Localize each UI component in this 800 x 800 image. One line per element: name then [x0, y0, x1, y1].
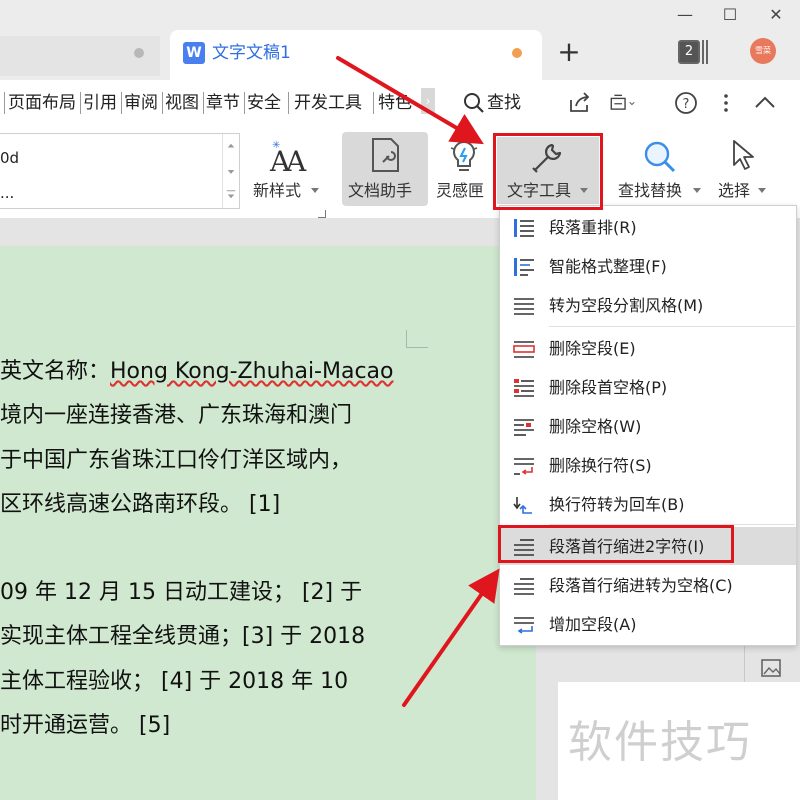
menu-divider [288, 92, 289, 114]
doc-helper-button[interactable]: 文档助手 [348, 180, 412, 202]
empty-paragraph-style-icon [514, 298, 534, 315]
paragraph-rearrange-icon [514, 219, 534, 237]
doc-text-en: Hong Kong-Zhuhai-Macao [110, 359, 394, 384]
menu-references[interactable]: 引用 [83, 90, 117, 116]
menu-developer-tools[interactable]: 开发工具 [294, 90, 362, 116]
new-style-icon[interactable]: ✳ A A [262, 138, 310, 174]
cursor-arrow-icon[interactable] [728, 138, 758, 174]
doc-text-line[interactable]: 区环线高速公路南环段。 [1] [0, 490, 280, 520]
dropdown-item-indent-to-space[interactable]: 段落首行缩进转为空格(C) [549, 575, 733, 597]
search-label[interactable]: 查找 [487, 90, 521, 116]
word-doc-icon: W [183, 42, 205, 64]
doc-helper-icon[interactable] [369, 136, 403, 174]
menu-scroll-right-button[interactable]: › [421, 88, 435, 114]
style-gallery-item[interactable]: 0d [0, 149, 19, 167]
margin-corner-mark [406, 330, 428, 348]
delete-space-icon [514, 419, 534, 436]
doc-text-line[interactable]: 实现主体工程全线贯通；[3] 于 2018 [0, 622, 365, 652]
image-icon[interactable] [760, 658, 784, 680]
delete-empty-paragraph-icon [513, 341, 535, 358]
doc-text-line[interactable]: 主体工程验收； [4] 于 2018 年 10 [0, 667, 348, 697]
minimize-button[interactable]: — [673, 4, 697, 26]
new-style-button[interactable]: 新样式 [253, 180, 301, 202]
help-icon[interactable]: ? [673, 90, 699, 116]
add-empty-paragraph-icon [514, 617, 534, 634]
lightbulb-icon[interactable] [447, 138, 481, 176]
svg-text:A: A [285, 145, 307, 174]
add-tab-button[interactable]: + [556, 38, 582, 66]
menu-divider [244, 92, 245, 114]
export-icon[interactable] [609, 90, 635, 116]
doc-text-line[interactable]: 于中国广东省珠江口伶仃洋区域内， [0, 446, 352, 476]
smart-format-icon [514, 258, 534, 276]
dropdown-item-add-empty-paragraph[interactable]: 增加空段(A) [549, 614, 636, 636]
select-button[interactable]: 选择 [718, 180, 750, 202]
doc-text-line[interactable]: 09 年 12 月 15 日动工建设； [2] 于 [0, 578, 362, 608]
chevron-down-icon[interactable] [693, 188, 701, 194]
unsaved-dot-icon[interactable] [512, 48, 522, 58]
dropdown-item-paragraph-rearrange[interactable]: 段落重排(R) [549, 217, 637, 239]
chevron-down-icon[interactable] [311, 188, 319, 194]
tab-stack-icon [702, 40, 708, 64]
find-replace-button[interactable]: 查找替换 [618, 180, 682, 202]
annotation-box-text-tools [493, 133, 603, 210]
doc-text-cn: 英文名称： [0, 359, 111, 384]
menu-divider [121, 92, 122, 114]
menu-chapter[interactable]: 章节 [206, 90, 240, 116]
doc-text-line[interactable]: 境内一座连接香港、广东珠海和澳门 [0, 401, 352, 431]
menu-divider [162, 92, 163, 114]
dropdown-item-delete-empty-paragraph[interactable]: 删除空段(E) [549, 338, 636, 360]
dropdown-item-smart-format[interactable]: 智能格式整理(F) [549, 256, 667, 278]
watermark-text: 软件技巧 [568, 717, 752, 768]
dropdown-item-line-break-to-enter[interactable]: 换行符转为回车(B) [549, 494, 684, 516]
menu-divider [4, 92, 5, 114]
dropdown-item-delete-line-break[interactable]: 删除换行符(S) [549, 455, 652, 477]
menu-review[interactable]: 审阅 [124, 90, 158, 116]
menu-view[interactable]: 视图 [165, 90, 199, 116]
svg-text:?: ? [683, 97, 690, 112]
dropdown-item-empty-paragraph-style[interactable]: 转为空段分割风格(M) [549, 295, 703, 317]
menu-features[interactable]: 特色 [378, 90, 418, 116]
doc-text-line[interactable]: 英文名称：Hong Kong-Zhuhai-Macao [0, 357, 394, 387]
menu-divider [80, 92, 81, 114]
dropdown-divider [549, 326, 795, 327]
avatar[interactable]: 雪菜 [750, 38, 776, 64]
style-gallery[interactable] [0, 133, 240, 209]
dialog-launcher-icon[interactable] [318, 210, 326, 218]
tab-document-title: 文字文稿1 [212, 43, 291, 63]
collapse-ribbon-icon[interactable] [752, 90, 778, 116]
dropdown-item-delete-space[interactable]: 删除空格(W) [549, 416, 641, 438]
style-gallery-scroll[interactable] [222, 134, 239, 208]
menu-divider [203, 92, 204, 114]
side-panel-divider [744, 645, 745, 685]
menu-security[interactable]: 安全 [247, 90, 281, 116]
menu-divider [373, 92, 374, 114]
menu-page-layout[interactable]: 页面布局 [8, 90, 76, 116]
chevron-down-icon[interactable] [758, 188, 766, 194]
line-break-to-enter-icon [513, 497, 532, 514]
inspiration-button[interactable]: 灵感匣 [436, 180, 490, 202]
doc-text-line[interactable]: 时开通运营。 [5] [0, 711, 170, 741]
tab-count-badge[interactable]: 2 [678, 40, 700, 64]
indent-to-space-icon [514, 578, 534, 595]
delete-line-break-icon [514, 458, 534, 475]
maximize-button[interactable]: ☐ [718, 4, 742, 26]
find-replace-icon[interactable] [640, 138, 680, 178]
share-icon[interactable] [567, 90, 593, 116]
annotation-box-first-line-indent [498, 525, 734, 563]
dropdown-item-delete-leading-space[interactable]: 删除段首空格(P) [549, 377, 667, 399]
close-window-button[interactable]: ✕ [764, 4, 788, 26]
tab-previous-close-dot[interactable] [134, 48, 144, 58]
delete-leading-space-icon [514, 379, 534, 397]
search-icon[interactable] [462, 91, 488, 117]
style-gallery-item[interactable]: ... [0, 184, 14, 202]
more-options-icon[interactable] [713, 90, 739, 116]
